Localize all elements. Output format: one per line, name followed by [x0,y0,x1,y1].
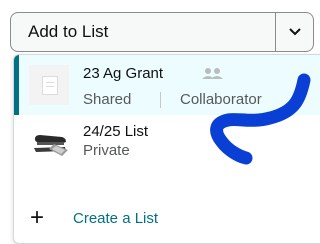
list-dropdown-toggle[interactable] [276,13,313,51]
separator [160,92,161,108]
list-dropdown-menu: 23 Ag Grant Shared Collaborator 24/25 Li… [13,54,320,244]
list-option-name: 24/25 List [83,123,149,140]
add-to-list-button[interactable]: Add to List [10,12,314,52]
create-list-link[interactable]: Create a List [73,210,158,227]
stapler-icon [34,135,68,156]
list-option-shared: Shared [83,91,132,108]
add-to-list-label: Add to List [28,22,109,41]
list-option-privacy: Private [83,142,130,159]
list-option-name: 23 Ag Grant [83,65,164,82]
people-icon [202,68,223,79]
list-option-24-25-list[interactable]: 24/25 List Private [14,115,320,179]
list-option-role: Collaborator [180,91,262,108]
chevron-down-icon [288,28,301,36]
create-list-row[interactable]: + Create a List [14,205,320,239]
plus-icon: + [30,204,45,231]
list-option-23-ag-grant[interactable]: 23 Ag Grant Shared Collaborator [14,55,320,115]
list-placeholder-icon [29,65,69,105]
